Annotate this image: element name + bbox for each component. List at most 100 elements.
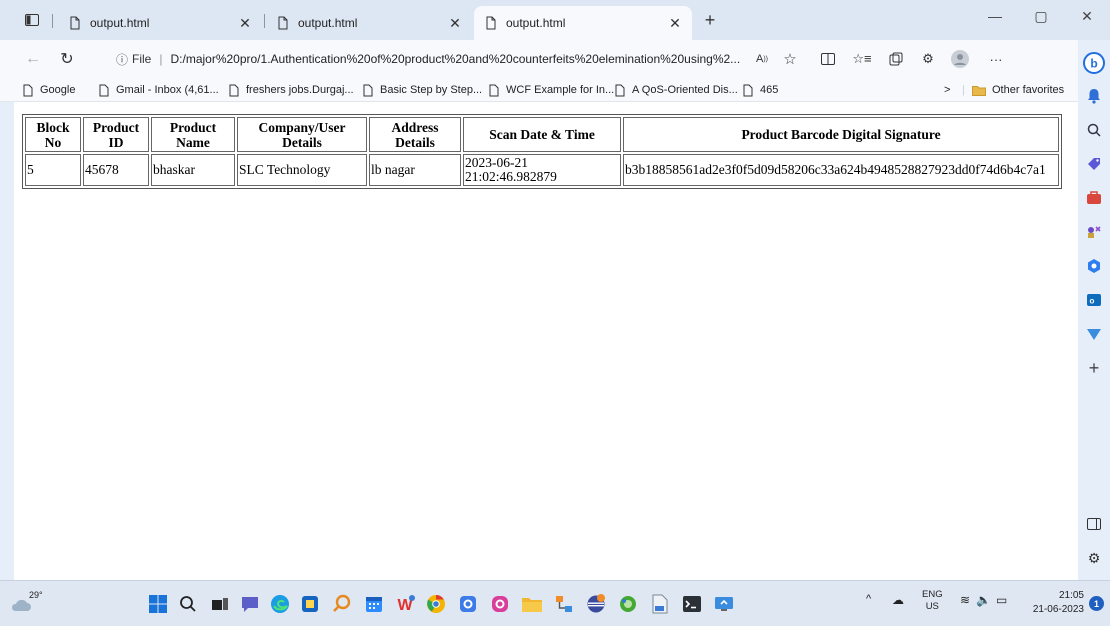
refresh-icon[interactable]: ↻ [56,48,78,70]
anaconda-icon[interactable] [616,592,640,616]
browser-window: output.html ✕ output.html ✕ output.html … [0,0,1110,626]
favorite-item[interactable]: WCF Example for In... [488,82,614,98]
outlook-icon[interactable]: o [1084,290,1104,310]
cell-line: 2023-06-21 [465,155,528,170]
tab-output-2[interactable]: output.html ✕ [266,6,472,40]
close-icon[interactable]: ✕ [238,15,252,32]
clock-date: 21-06-2023 [1032,604,1084,615]
tray-chevron-up-icon[interactable]: ^ [866,593,871,605]
remote-desktop-icon[interactable] [712,592,736,616]
calendar-app-icon[interactable] [362,592,386,616]
favorite-star-icon[interactable]: ☆ [780,49,800,69]
chevron-right-icon[interactable]: > [944,82,950,98]
page-icon [23,84,33,96]
microsoft-365-icon[interactable] [1084,256,1104,276]
cell-product-name: bhaskar [151,154,235,186]
taskbar-search-icon[interactable] [176,592,200,616]
tab-actions-icon[interactable] [22,10,42,30]
info-icon[interactable]: ⓘ [116,51,128,68]
header-line: Address [391,119,439,135]
favorite-item[interactable]: A QoS-Oriented Dis... [614,82,738,98]
volume-icon[interactable]: 🔈 [976,593,991,607]
favbar-divider: | [962,84,965,96]
file-explorer-blue-icon[interactable] [298,592,322,616]
close-icon[interactable]: ✕ [668,15,682,32]
close-icon[interactable]: ✕ [448,15,462,32]
windows-start-icon[interactable] [146,592,170,616]
col-header-product-name: Product Name [151,117,235,152]
wifi-icon[interactable]: ≋ [960,593,970,607]
collections-icon[interactable] [886,49,906,69]
send-drop-icon[interactable] [1084,324,1104,344]
other-favorites-folder[interactable]: Other favorites [972,82,1064,98]
notification-badge[interactable]: 1 [1089,596,1104,611]
window-controls: — ▢ ✕ [972,0,1110,40]
battery-icon[interactable]: ▭ [996,593,1007,607]
page-icon [278,16,288,30]
blue-square-app-icon[interactable] [456,592,480,616]
address-bar[interactable]: ⓘ File | D:/major%20pro/1.Authentication… [98,45,804,73]
settings-gear-icon[interactable]: ⚙ [1084,548,1104,568]
shopping-tag-icon[interactable] [1084,154,1104,174]
maximize-icon[interactable]: ▢ [1018,0,1064,32]
new-tab-button[interactable]: + [700,10,720,30]
favorite-item[interactable]: freshers jobs.Durgaj... [228,82,354,98]
profile-avatar[interactable] [950,49,970,69]
read-aloud-icon[interactable]: A)) [752,49,772,69]
favorite-item[interactable]: Basic Step by Step... [362,82,482,98]
header-line: No [44,134,62,150]
terminal-icon[interactable] [680,592,704,616]
document-app-icon[interactable] [648,592,672,616]
search-app-icon[interactable] [330,592,354,616]
tab-output-1[interactable]: output.html ✕ [58,6,262,40]
teams-chat-icon[interactable] [238,592,262,616]
extensions-icon[interactable]: ⚙ [918,49,938,69]
onedrive-cloud-icon[interactable]: ☁ [892,593,904,607]
search-icon[interactable] [1084,120,1104,140]
input-language[interactable]: ENG US [922,589,943,613]
page-icon [486,16,496,30]
col-header-scan-date: Scan Date & Time [463,117,621,152]
pink-app-icon[interactable] [488,592,512,616]
url-text[interactable]: D:/major%20pro/1.Authentication%20of%20p… [170,52,740,66]
weather-temp: 29° [29,590,43,600]
back-arrow-icon[interactable]: ← [22,48,44,70]
header-line: Company/User [258,119,346,135]
tools-briefcase-icon[interactable] [1084,188,1104,208]
sidebar-layout-icon[interactable] [1084,514,1104,534]
wps-office-icon[interactable]: W [394,592,418,616]
clock-time: 21:05 [1058,590,1084,601]
weather-widget[interactable]: 29° [10,589,50,619]
file-explorer-folder-icon[interactable] [520,592,544,616]
clock[interactable]: 21:05 21-06-2023 [1033,589,1084,617]
table-header-row: Block No Product ID Product Name Company/Us… [25,117,1059,152]
page-content: Block No Product ID Product Name Company/Us… [14,102,1078,580]
chrome-icon[interactable] [424,592,448,616]
add-sidebar-app-icon[interactable]: + [1084,358,1104,378]
favorites-list-icon[interactable]: ☆≡ [852,49,872,69]
header-line: Product [92,119,140,135]
bing-copilot-icon[interactable]: b [1083,52,1105,74]
bell-icon[interactable] [1084,86,1104,106]
games-icon[interactable] [1084,222,1104,242]
eclipse-ide-icon[interactable] [584,592,608,616]
header-line: Block [36,119,70,135]
page-icon [743,84,753,96]
col-header-block-no: Block No [25,117,81,152]
address-divider: | [159,52,163,66]
tab-separator [52,14,53,28]
tab-output-3-active[interactable]: output.html ✕ [474,6,692,40]
more-options-icon[interactable]: ··· [986,49,1006,69]
edge-browser-icon[interactable] [268,592,292,616]
favorite-item[interactable]: Gmail - Inbox (4,61... [98,82,219,98]
task-view-icon[interactable] [208,592,232,616]
split-screen-icon[interactable] [818,49,838,69]
favorite-item[interactable]: 465 [742,82,778,98]
minimize-icon[interactable]: — [972,0,1018,32]
table-row: 5 45678 bhaskar SLC Technology lb nagar … [25,154,1059,186]
close-window-icon[interactable]: ✕ [1064,0,1110,32]
diagram-app-icon[interactable] [552,592,576,616]
cell-product-id: 45678 [83,154,149,186]
favorite-item[interactable]: Google [22,82,75,98]
edge-sidebar: b o + ⚙ [1078,40,1110,580]
